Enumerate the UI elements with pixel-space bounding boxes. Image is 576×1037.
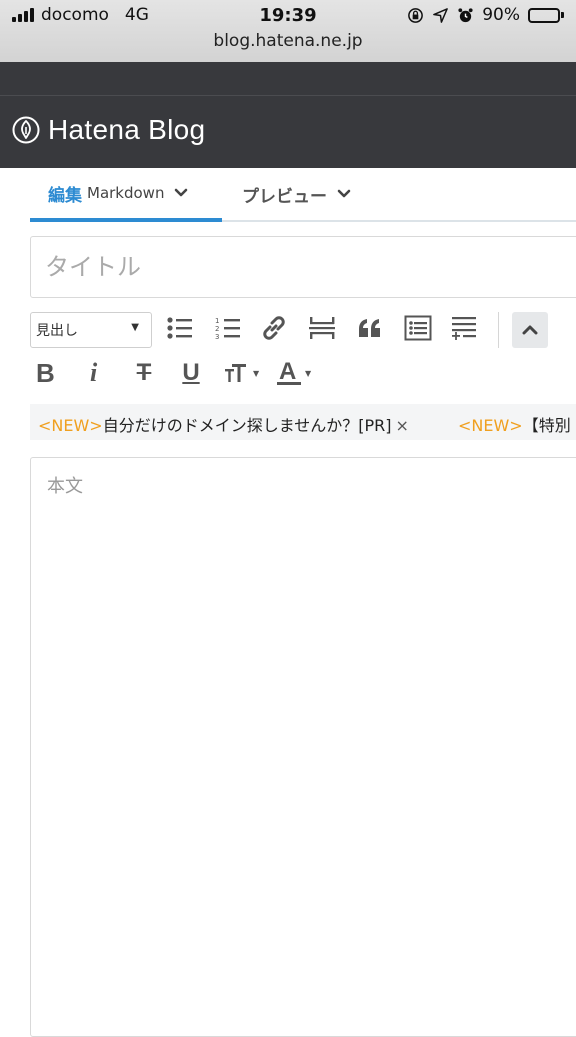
pr-text: 自分だけのドメイン探しませんか？[PR]: [102, 416, 392, 435]
underline-button[interactable]: U: [180, 354, 202, 392]
pr-banner: <NEW>自分だけのドメイン探しませんか？[PR] × <NEW>【特別: [30, 404, 576, 440]
status-bar: docomo 4G 19:39 90%: [0, 0, 576, 32]
pr-new-tag: <NEW>: [458, 416, 523, 435]
tab-preview[interactable]: プレビュー: [242, 168, 351, 220]
table-of-contents-button[interactable]: [400, 310, 436, 346]
tab-preview-label: プレビュー: [242, 186, 327, 207]
tab-edit-label: 編集: [48, 185, 82, 206]
numbered-list-button[interactable]: 1 2 3: [210, 310, 246, 346]
tab-edit[interactable]: 編集 Markdown: [30, 168, 222, 222]
body-textarea[interactable]: [30, 457, 576, 1037]
global-header: [0, 62, 576, 96]
pr-item[interactable]: <NEW>【特別: [458, 412, 571, 436]
chevron-down-icon[interactable]: [337, 189, 351, 199]
svg-text:3: 3: [215, 333, 219, 340]
format-toolbar: B i T U ▼ A ▼: [30, 354, 576, 394]
link-icon: [263, 316, 285, 340]
footnote-button[interactable]: [446, 310, 482, 346]
svg-text:A: A: [279, 359, 296, 385]
svg-text:1: 1: [215, 317, 219, 325]
more-break-button[interactable]: [304, 310, 340, 346]
editor-toolbar: 見出し ▼ 1 2 3: [30, 310, 576, 350]
table-of-contents-icon: [404, 315, 432, 341]
pen-nib-icon: [12, 116, 40, 144]
heading-select[interactable]: 見出し ▼: [30, 312, 152, 348]
location-arrow-icon: [433, 7, 449, 23]
url-bar[interactable]: blog.hatena.ne.jp: [0, 31, 576, 51]
toolbar-divider: [498, 312, 499, 348]
font-size-button[interactable]: ▼: [224, 354, 259, 392]
rotation-lock-icon: [408, 7, 424, 23]
quote-button[interactable]: [352, 310, 388, 346]
svg-text:2: 2: [215, 325, 219, 333]
strikethrough-button[interactable]: T: [130, 354, 158, 392]
heading-select-label: 見出し: [36, 323, 78, 339]
close-icon[interactable]: ×: [396, 416, 409, 435]
bold-button[interactable]: B: [36, 354, 55, 392]
footnote-icon: [452, 317, 476, 340]
bullet-list-button[interactable]: [162, 310, 198, 346]
battery-icon: [528, 7, 564, 23]
italic-button[interactable]: i: [90, 354, 97, 392]
quote-icon: [359, 319, 380, 337]
caret-down-icon: ▼: [253, 368, 260, 378]
battery-percent: 90%: [482, 5, 520, 25]
chevron-up-icon: [522, 325, 538, 335]
bullet-list-icon: [167, 317, 192, 339]
collapse-toolbar-button[interactable]: [512, 312, 548, 348]
pr-item[interactable]: <NEW>自分だけのドメイン探しませんか？[PR] ×: [38, 412, 409, 436]
pr-new-tag: <NEW>: [38, 416, 103, 435]
link-button[interactable]: [256, 310, 292, 346]
tab-edit-mode: Markdown: [87, 184, 165, 202]
font-size-icon: [225, 364, 246, 382]
status-right: 90%: [407, 5, 564, 25]
logo-text: Hatena Blog: [48, 114, 206, 145]
browser-chrome: docomo 4G 19:39 90% blog.hatena.ne.jp: [0, 0, 576, 62]
title-input[interactable]: [30, 236, 576, 298]
alarm-icon: [458, 7, 473, 22]
numbered-list-icon: 1 2 3: [215, 317, 240, 340]
caret-down-icon: ▼: [305, 368, 312, 378]
caret-down-icon: ▼: [131, 322, 139, 333]
pr-text: 【特別: [522, 416, 571, 435]
font-color-icon: A: [277, 359, 301, 385]
hatena-blog-logo[interactable]: Hatena Blog: [12, 114, 205, 146]
blog-header: Hatena Blog: [0, 96, 576, 168]
editor-tabs: 編集 Markdown プレビュー: [30, 168, 576, 222]
font-color-button[interactable]: A ▼: [276, 354, 311, 392]
more-break-icon: [309, 317, 335, 339]
chevron-down-icon[interactable]: [174, 188, 188, 198]
